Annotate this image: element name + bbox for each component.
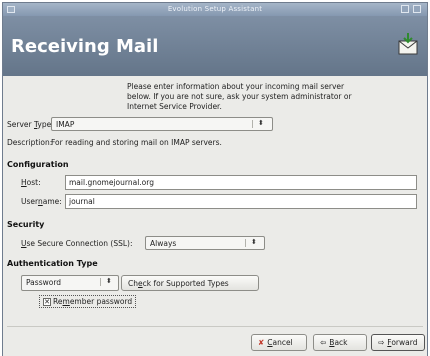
server-type-combo[interactable]: IMAP ⬍: [51, 117, 273, 131]
authentication-type-combo[interactable]: Password ⬍: [21, 275, 119, 291]
check-supported-types-button[interactable]: Check for Supported Types: [121, 275, 259, 291]
combo-arrows-icon: ⬍: [106, 277, 112, 285]
intro-text: Please enter information about your inco…: [127, 82, 352, 111]
ssl-combo[interactable]: Always ⬍: [145, 236, 265, 250]
ssl-label: Use Secure Connection (SSL):: [21, 239, 133, 248]
footer-divider: [7, 326, 423, 327]
forward-arrow-icon: ⇨: [378, 338, 385, 347]
back-arrow-icon: ⇦: [320, 338, 327, 347]
username-field[interactable]: journal: [65, 194, 417, 209]
window-title: Evolution Setup Assistant: [167, 5, 263, 13]
mail-envelope-icon: [398, 33, 418, 55]
server-type-label: Server Type:: [7, 120, 54, 129]
page-title: Receiving Mail: [11, 36, 159, 57]
checkmark-icon: ✕: [43, 298, 51, 306]
setup-assistant-window: Evolution Setup Assistant Receiving Mail…: [2, 2, 428, 356]
page-header: Receiving Mail: [3, 16, 427, 76]
configuration-heading: Configuration: [7, 160, 69, 169]
combo-arrows-icon: ⬍: [251, 238, 257, 246]
title-bar: Evolution Setup Assistant: [3, 3, 427, 16]
minimize-icon[interactable]: [401, 5, 409, 13]
host-field[interactable]: mail.gnomejournal.org: [65, 175, 417, 190]
username-label: Username:: [21, 197, 62, 206]
close-icon[interactable]: [413, 5, 421, 13]
remember-password-checkbox[interactable]: ✕ Remember password: [39, 295, 137, 308]
description-value: For reading and storing mail on IMAP ser…: [51, 138, 222, 147]
assistant-page: Please enter information about your inco…: [3, 76, 427, 356]
forward-button[interactable]: ⇨ Forward: [371, 334, 425, 351]
back-button[interactable]: ⇦ Back: [313, 334, 367, 351]
cancel-icon: ✘: [258, 338, 265, 347]
combo-arrows-icon: ⬍: [258, 119, 264, 127]
host-label: Host:: [21, 178, 41, 187]
security-heading: Security: [7, 220, 45, 229]
cancel-button[interactable]: ✘ Cancel: [251, 334, 307, 351]
description-label: Description:: [7, 138, 53, 147]
authentication-heading: Authentication Type: [7, 259, 98, 268]
